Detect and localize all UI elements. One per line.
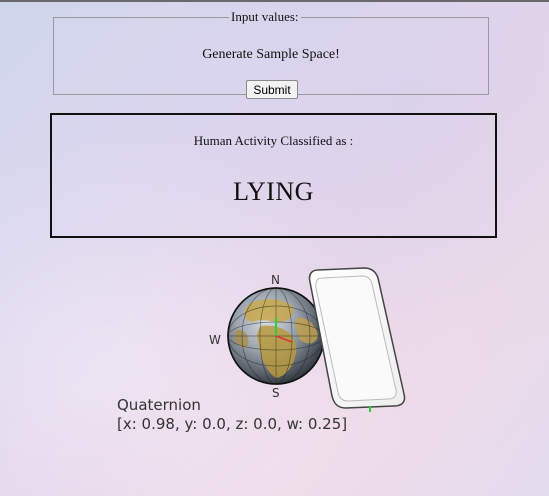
globe bbox=[227, 287, 325, 385]
phone-model bbox=[308, 267, 406, 412]
quaternion-title: Quaternion bbox=[117, 396, 201, 414]
quaternion-values: [x: 0.98, y: 0.0, z: 0.0, w: 0.25] bbox=[117, 415, 348, 433]
compass-north-label: N bbox=[271, 273, 280, 287]
compass-west-label: W bbox=[209, 333, 221, 347]
compass-south-label: S bbox=[272, 386, 280, 400]
